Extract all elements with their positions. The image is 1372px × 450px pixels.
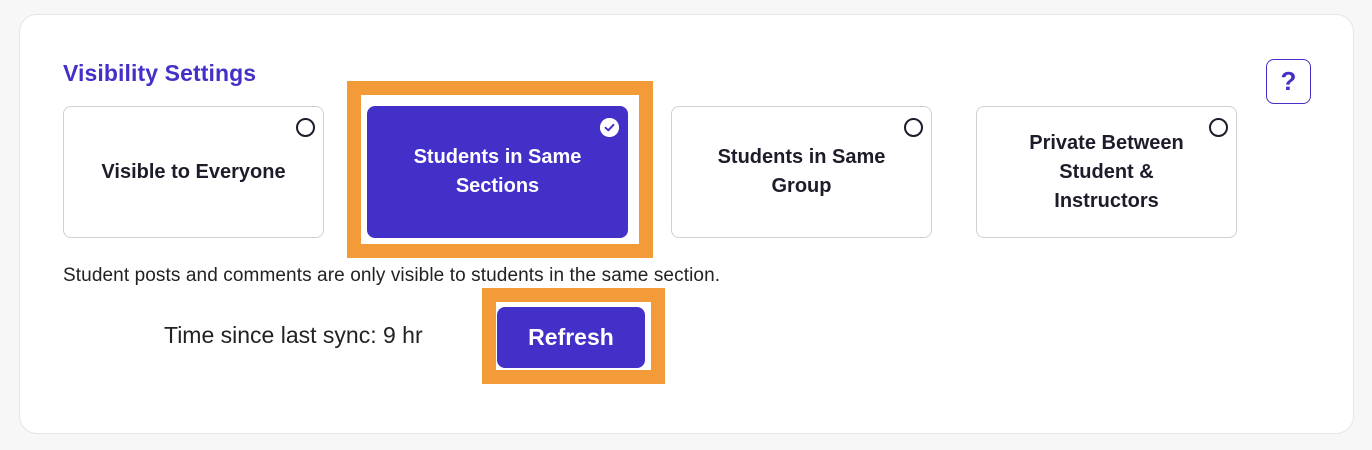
refresh-button[interactable]: Refresh bbox=[497, 307, 645, 368]
radio-empty-icon[interactable] bbox=[904, 118, 923, 137]
option-label: Private Between Student & Instructors bbox=[1029, 131, 1184, 212]
radio-empty-icon[interactable] bbox=[296, 118, 315, 137]
option-visible-to-everyone[interactable]: Visible to Everyone bbox=[63, 106, 324, 238]
option-students-in-same-sections[interactable]: Students in Same Sections bbox=[367, 106, 628, 238]
help-button[interactable]: ? bbox=[1266, 59, 1311, 104]
check-icon[interactable] bbox=[600, 118, 619, 137]
visibility-description: Student posts and comments are only visi… bbox=[63, 265, 721, 286]
option-label: Students in Same Group bbox=[717, 146, 886, 197]
section-title: Visibility Settings bbox=[63, 60, 257, 86]
option-label: Students in Same Sections bbox=[413, 146, 582, 197]
option-label: Visible to Everyone bbox=[101, 160, 286, 183]
radio-empty-icon[interactable] bbox=[1209, 118, 1228, 137]
sync-status: Time since last sync: 9 hr bbox=[164, 322, 423, 348]
option-students-in-same-group[interactable]: Students in Same Group bbox=[671, 106, 932, 238]
option-private-between-student-instructors[interactable]: Private Between Student & Instructors bbox=[976, 106, 1237, 238]
question-mark-icon: ? bbox=[1280, 66, 1297, 96]
